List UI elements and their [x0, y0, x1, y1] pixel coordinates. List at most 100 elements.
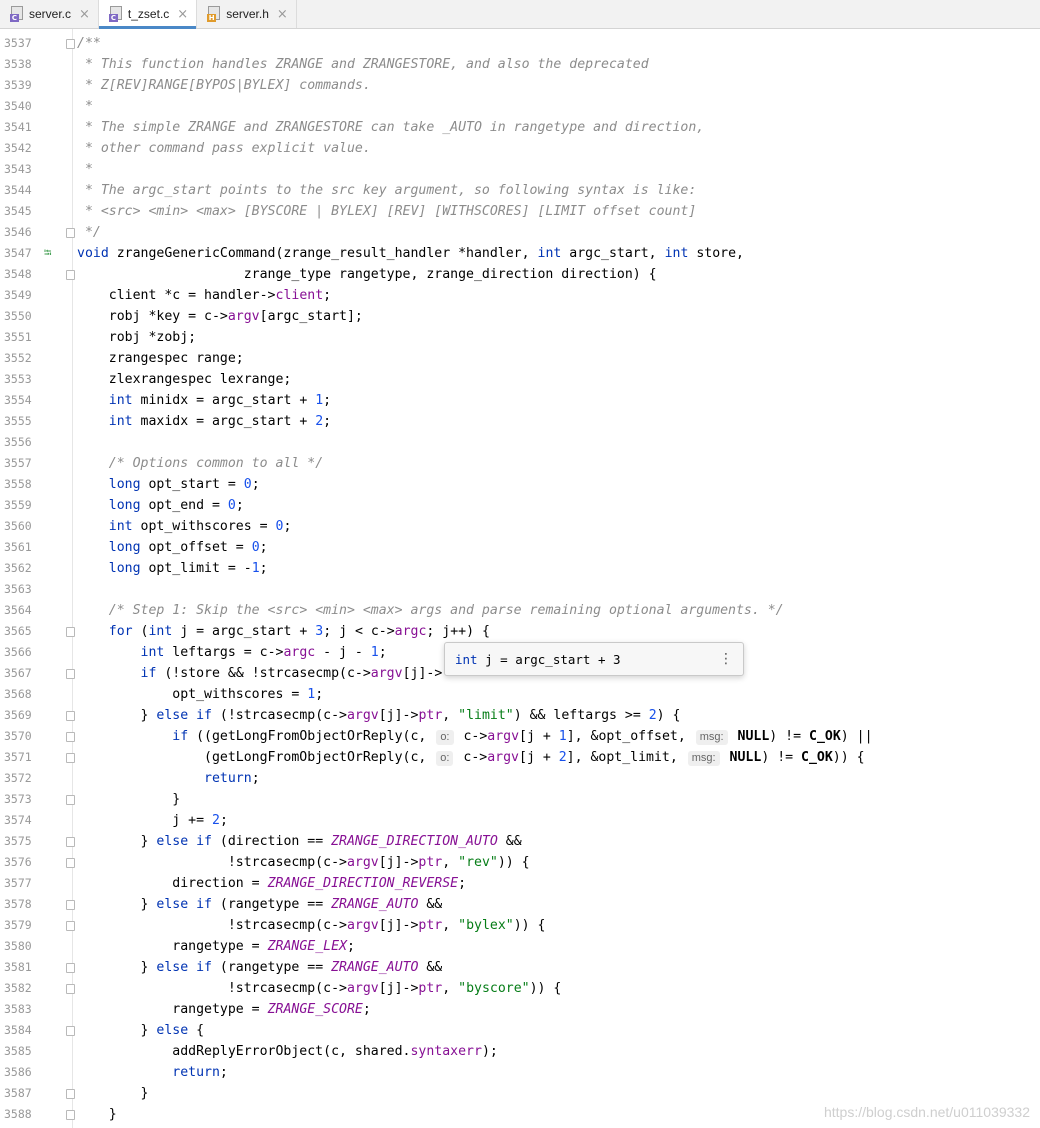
- close-icon[interactable]: ×: [277, 7, 288, 22]
- code-text: if (!store && !strcasecmp(c->argv[j]->: [77, 663, 443, 684]
- fold-marker-icon[interactable]: [66, 732, 75, 742]
- code-token: 0: [243, 477, 252, 492]
- code-text: /* Step 1: Skip the <src> <min> <max> ar…: [77, 600, 784, 621]
- close-icon[interactable]: ×: [79, 7, 90, 22]
- fold-marker-icon[interactable]: [66, 837, 75, 847]
- fold-marker-icon[interactable]: [66, 921, 75, 931]
- code-token: /**: [77, 36, 101, 51]
- code-token: [j]->: [402, 666, 443, 681]
- code-token: ptr: [418, 708, 443, 723]
- line-number: 3581: [4, 960, 32, 974]
- code-text: (getLongFromObjectOrReply(c, o: c->argv[…: [77, 747, 865, 768]
- fold-marker-icon[interactable]: [66, 669, 75, 679]
- code-token: 2: [315, 414, 324, 429]
- code-token: ,: [442, 981, 459, 996]
- fold-marker-icon[interactable]: [66, 858, 75, 868]
- line-number: 3564: [4, 603, 32, 617]
- fold-marker-icon[interactable]: [66, 1110, 75, 1120]
- fold-marker-icon[interactable]: [66, 984, 75, 994]
- line-number: 3549: [4, 288, 32, 302]
- code-text: long opt_end = 0;: [77, 495, 244, 516]
- code-token: ZRANGE_LEX: [267, 939, 347, 954]
- fold-marker-icon[interactable]: [66, 1026, 75, 1036]
- fold-marker-icon[interactable]: [66, 228, 75, 238]
- code-token: [j +: [519, 729, 559, 744]
- code-token: ptr: [418, 855, 443, 870]
- fold-marker-icon[interactable]: [66, 1089, 75, 1099]
- line-number: 3577: [4, 876, 32, 890]
- code-text: opt_withscores = 1;: [77, 684, 323, 705]
- code-token: direction =: [77, 876, 268, 891]
- line-number: 3558: [4, 477, 32, 491]
- code-token: ;: [283, 519, 292, 534]
- fold-marker-icon[interactable]: [66, 900, 75, 910]
- code-text: */: [77, 222, 101, 243]
- line-number: 3547: [4, 246, 32, 260]
- line-number: 3575: [4, 834, 32, 848]
- popup-keyword: int: [455, 651, 478, 667]
- line-number: 3548: [4, 267, 32, 281]
- code-text: robj *zobj;: [77, 327, 196, 348]
- code-token: )) {: [832, 750, 865, 765]
- fold-marker-icon[interactable]: [66, 39, 75, 49]
- code-text: /**: [77, 33, 101, 54]
- code-text: } else if (!strcasecmp(c->argv[j]->ptr, …: [77, 705, 681, 726]
- fold-marker-icon[interactable]: [66, 753, 75, 763]
- code-token: (: [132, 624, 149, 639]
- code-token: argc: [394, 624, 427, 639]
- more-options-icon[interactable]: ⋮: [719, 651, 733, 667]
- code-token: ;: [323, 393, 332, 408]
- code-token: robj *key = c->: [77, 309, 228, 324]
- c-file-icon: C: [108, 6, 123, 22]
- line-number: 3568: [4, 687, 32, 701]
- code-token: ZRANGE_AUTO: [331, 960, 419, 975]
- code-token: else: [156, 1023, 189, 1038]
- code-token: else if: [156, 834, 212, 849]
- parameter-hint: msg:: [687, 751, 720, 766]
- code-token: /* Step 1: Skip the <src> <min> <max> ar…: [108, 603, 784, 618]
- line-number: 3585: [4, 1044, 32, 1058]
- tab-server-c[interactable]: Cserver.c ×: [0, 0, 99, 28]
- code-token: argv: [487, 750, 519, 765]
- code-token: int: [148, 624, 173, 639]
- tab-server-h[interactable]: Hserver.h ×: [197, 0, 297, 28]
- code-token: ZRANGE_DIRECTION_AUTO: [331, 834, 498, 849]
- code-text: *: [77, 96, 93, 117]
- code-text: * Z[REV]RANGE[BYPOS|BYLEX] commands.: [77, 75, 371, 96]
- implementation-marker-icon[interactable]: ⭾: [44, 243, 56, 264]
- line-number: 3563: [4, 582, 32, 596]
- code-token: 1: [315, 393, 324, 408]
- code-text: !strcasecmp(c->argv[j]->ptr, "rev")) {: [77, 852, 530, 873]
- close-icon[interactable]: ×: [177, 7, 188, 22]
- fold-marker-icon[interactable]: [66, 270, 75, 280]
- code-text: int opt_withscores = 0;: [77, 516, 292, 537]
- parameter-hint: o:: [436, 751, 454, 766]
- fold-marker-icon[interactable]: [66, 627, 75, 637]
- code-token: client *c = handler->: [77, 288, 276, 303]
- code-token: argv: [346, 981, 379, 996]
- code-token: opt_start =: [140, 477, 244, 492]
- code-token: NULL: [729, 750, 762, 765]
- code-token: );: [481, 1044, 498, 1059]
- code-token: [j +: [519, 750, 559, 765]
- fold-marker-icon[interactable]: [66, 963, 75, 973]
- tab-t-zset-c[interactable]: Ct_zset.c ×: [98, 0, 198, 29]
- line-number: 3587: [4, 1086, 32, 1100]
- fold-marker-icon[interactable]: [66, 795, 75, 805]
- code-token: ;: [315, 687, 324, 702]
- parameter-hint: o:: [436, 730, 454, 745]
- code-token: !strcasecmp(c->: [77, 918, 347, 933]
- line-number: 3542: [4, 141, 32, 155]
- line-number: 3560: [4, 519, 32, 533]
- code-token: int: [108, 414, 133, 429]
- code-token: * The simple ZRANGE and ZRANGESTORE can …: [77, 120, 705, 135]
- code-token: c->: [455, 729, 488, 744]
- fold-marker-icon[interactable]: [66, 711, 75, 721]
- code-token: 1: [558, 729, 567, 744]
